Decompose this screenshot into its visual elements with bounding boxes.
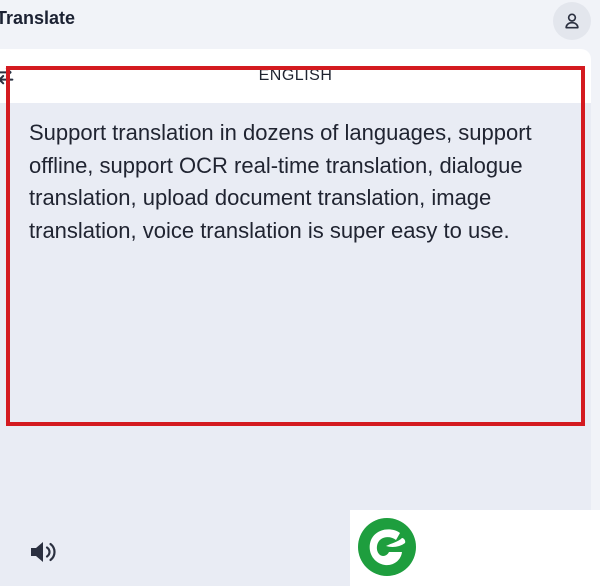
source-language-selector[interactable]: ENGLISH — [0, 67, 591, 85]
app-title: Translate — [0, 8, 75, 29]
language-bar: ENGLISH — [0, 49, 591, 103]
app-header: Translate — [0, 0, 600, 42]
green-leaf-logo-icon — [358, 518, 416, 576]
speaker-icon[interactable] — [28, 539, 58, 565]
person-icon — [565, 13, 579, 29]
translate-card: ENGLISH Support translation in dozens of… — [0, 49, 591, 586]
source-text[interactable]: Support translation in dozens of languag… — [29, 117, 574, 247]
app-title-text: Translate — [0, 8, 76, 28]
account-button[interactable] — [553, 2, 591, 40]
watermark-logo-panel — [350, 510, 600, 586]
